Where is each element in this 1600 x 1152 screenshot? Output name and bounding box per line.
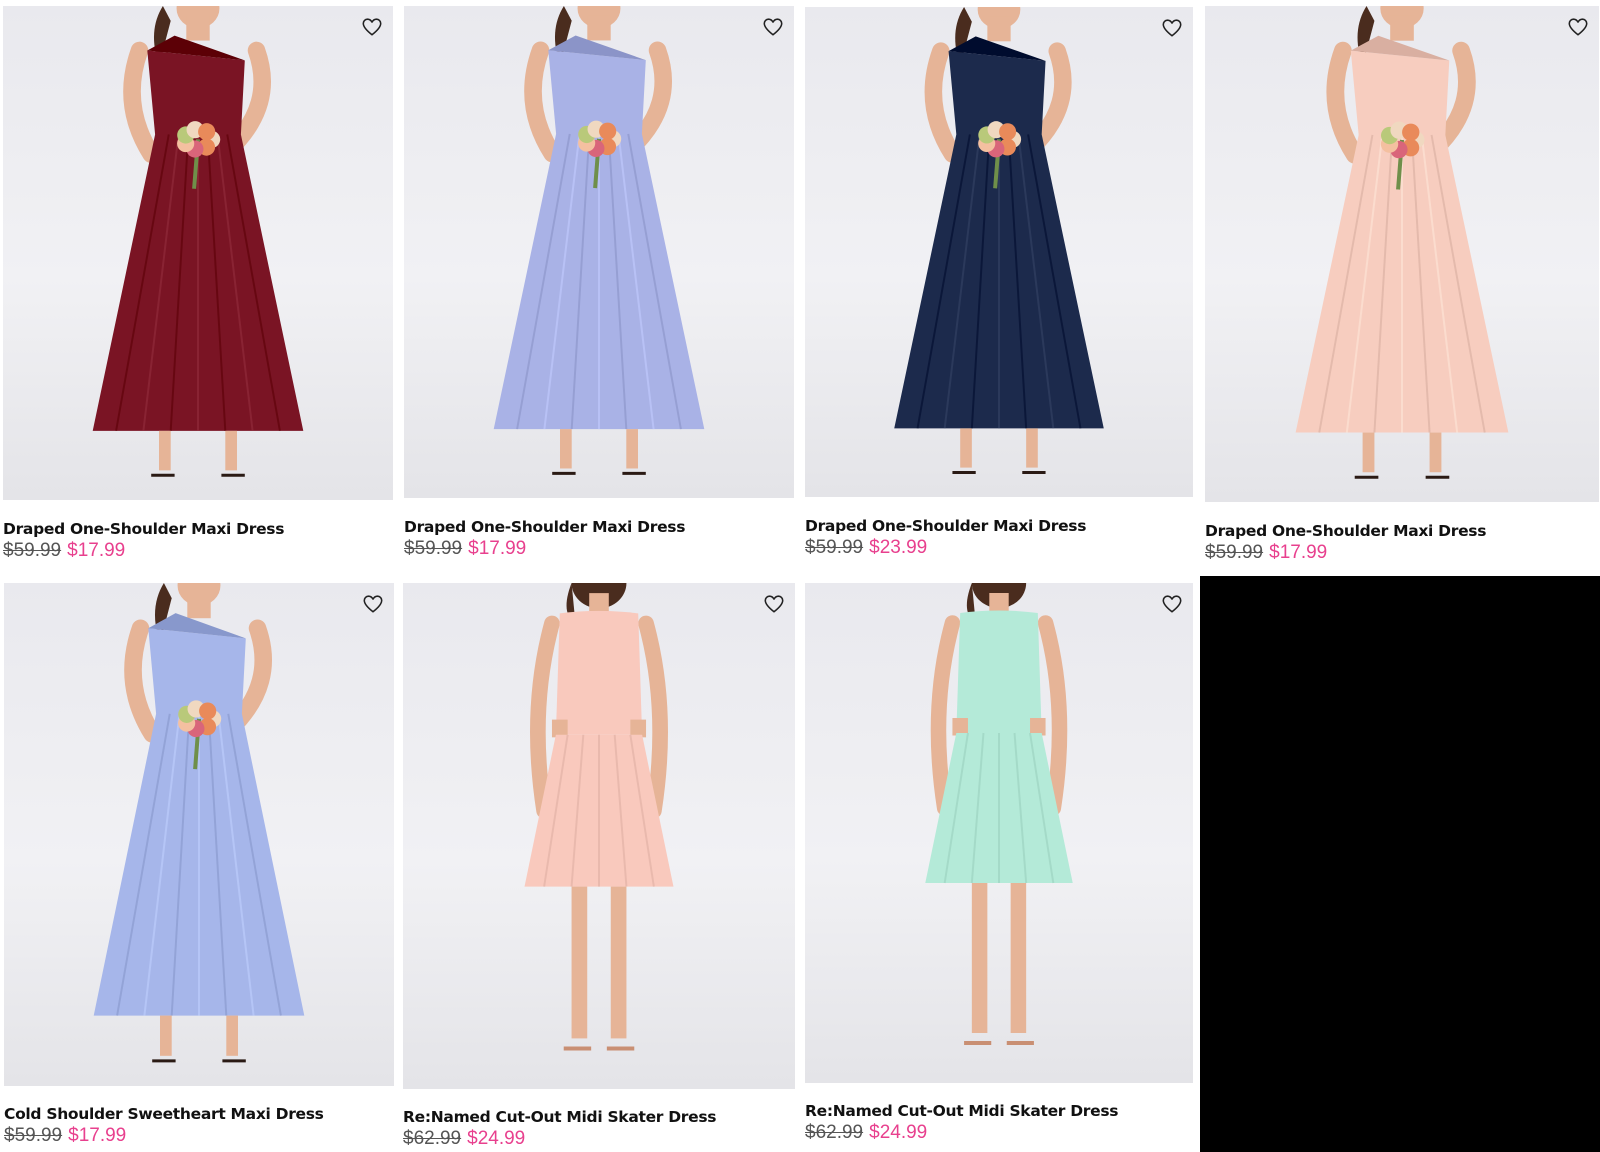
product-card[interactable]: Re:Named Cut-Out Midi Skater Dress $62.9… (805, 583, 1193, 1152)
product-card[interactable]: Draped One-Shoulder Maxi Dress $59.99 $17… (3, 6, 393, 576)
heart-outline-icon[interactable] (1161, 593, 1183, 615)
product-image[interactable] (404, 6, 794, 498)
heart-outline-icon[interactable] (763, 593, 785, 615)
sale-price: $17.99 (68, 1125, 127, 1146)
product-title[interactable]: Re:Named Cut-Out Midi Skater Dress (805, 1102, 1119, 1120)
product-price: $59.99 $23.99 (805, 537, 927, 559)
sale-price: $17.99 (67, 540, 126, 561)
original-price: $59.99 (3, 540, 62, 561)
sale-price: $17.99 (468, 538, 527, 559)
product-price: $62.99 $24.99 (805, 1122, 927, 1144)
sale-price: $24.99 (869, 1122, 928, 1143)
original-price: $59.99 (404, 538, 463, 559)
original-price: $59.99 (805, 537, 864, 558)
product-grid: Draped One-Shoulder Maxi Dress $59.99 $17… (0, 0, 1600, 1152)
product-title[interactable]: Draped One-Shoulder Maxi Dress (404, 518, 685, 536)
heart-outline-icon[interactable] (1567, 16, 1589, 38)
product-price: $59.99 $17.99 (3, 540, 125, 562)
product-image[interactable] (1205, 6, 1599, 502)
original-price: $59.99 (4, 1125, 63, 1146)
product-image[interactable] (403, 583, 795, 1089)
heart-outline-icon[interactable] (762, 16, 784, 38)
original-price: $62.99 (805, 1122, 864, 1143)
product-price: $59.99 $17.99 (404, 538, 526, 560)
original-price: $59.99 (1205, 542, 1264, 563)
product-image[interactable] (805, 7, 1193, 497)
heart-outline-icon[interactable] (361, 16, 383, 38)
product-price: $59.99 $17.99 (4, 1125, 126, 1147)
product-title[interactable]: Re:Named Cut-Out Midi Skater Dress (403, 1108, 717, 1126)
product-image[interactable] (4, 583, 394, 1086)
product-title[interactable]: Draped One-Shoulder Maxi Dress (1205, 522, 1486, 540)
product-card[interactable]: Re:Named Cut-Out Midi Skater Dress $62.9… (403, 583, 795, 1152)
empty-slot (1200, 576, 1600, 1152)
sale-price: $17.99 (1269, 542, 1328, 563)
original-price: $62.99 (403, 1128, 462, 1149)
product-card[interactable]: Cold Shoulder Sweetheart Maxi Dress $59.… (4, 583, 394, 1152)
heart-outline-icon[interactable] (1161, 17, 1183, 39)
sale-price: $24.99 (467, 1128, 526, 1149)
product-title[interactable]: Cold Shoulder Sweetheart Maxi Dress (4, 1105, 324, 1123)
product-image[interactable] (3, 6, 393, 500)
product-title[interactable]: Draped One-Shoulder Maxi Dress (3, 520, 284, 538)
product-price: $59.99 $17.99 (1205, 542, 1327, 564)
heart-outline-icon[interactable] (362, 593, 384, 615)
product-card[interactable]: Draped One-Shoulder Maxi Dress $59.99 $17… (404, 6, 794, 576)
product-card[interactable]: Draped One-Shoulder Maxi Dress $59.99 $23… (805, 7, 1193, 577)
product-price: $62.99 $24.99 (403, 1128, 525, 1150)
product-card[interactable]: Draped One-Shoulder Maxi Dress $59.99 $17… (1205, 6, 1599, 576)
product-image[interactable] (805, 583, 1193, 1083)
sale-price: $23.99 (869, 537, 928, 558)
product-title[interactable]: Draped One-Shoulder Maxi Dress (805, 517, 1086, 535)
